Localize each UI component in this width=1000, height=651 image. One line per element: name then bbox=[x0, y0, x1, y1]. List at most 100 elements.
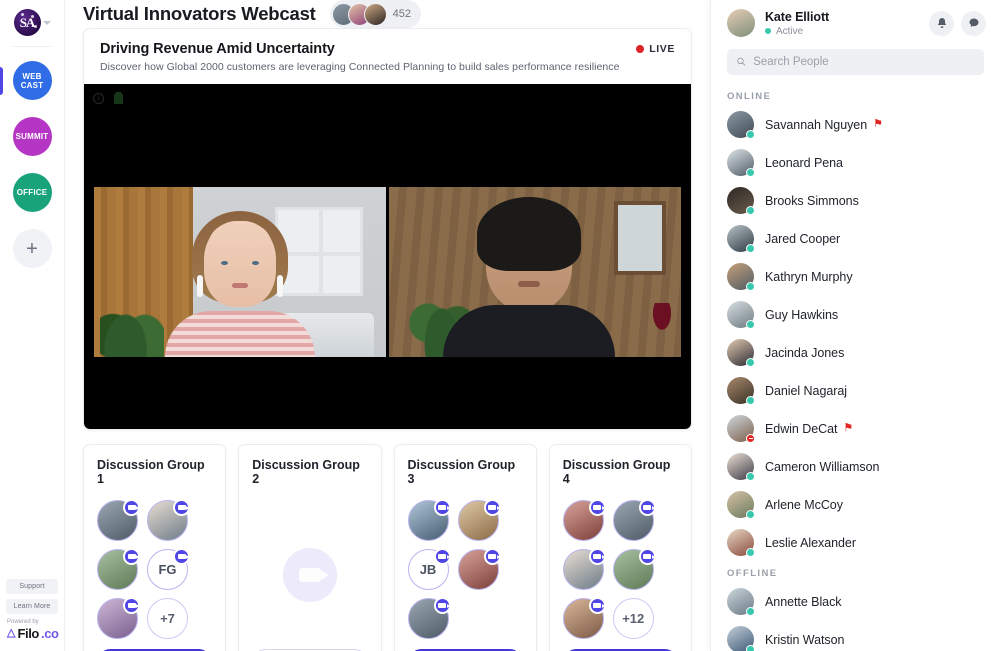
person-name: Jared Cooper bbox=[765, 231, 841, 246]
scene-decor bbox=[613, 200, 667, 276]
chat-bubble-icon bbox=[969, 18, 978, 27]
person-name: Annette Black bbox=[765, 594, 842, 609]
participant-avatar[interactable] bbox=[562, 499, 606, 541]
filo-logo-icon: △ bbox=[7, 627, 16, 639]
participant-avatar[interactable] bbox=[612, 548, 656, 590]
search-people-field[interactable] bbox=[727, 49, 984, 75]
overflow-count-label: +7 bbox=[160, 611, 175, 626]
stage-card: Driving Revenue Amid Uncertainty Discove… bbox=[83, 28, 692, 430]
people-list-item-text: Daniel Nagaraj bbox=[765, 384, 847, 398]
avatar bbox=[727, 339, 755, 368]
people-list-item[interactable]: Jared Cooper bbox=[711, 220, 1000, 258]
participant-avatar[interactable] bbox=[407, 499, 451, 541]
add-workspace-button[interactable]: + bbox=[0, 229, 64, 268]
plus-icon[interactable]: + bbox=[12, 229, 52, 268]
current-user-meta: Kate Elliott Active bbox=[765, 10, 919, 37]
people-list-item[interactable]: Annette Black bbox=[711, 583, 1000, 621]
flag-icon[interactable]: ⚑ bbox=[873, 119, 883, 130]
video-player[interactable] bbox=[84, 84, 691, 429]
session-subtitle: Discover how Global 2000 customers are l… bbox=[100, 61, 620, 73]
participant-avatar[interactable] bbox=[457, 548, 501, 590]
person-name: Savannah Nguyen bbox=[765, 117, 868, 132]
people-list-item[interactable]: Kristin Watson bbox=[711, 621, 1000, 651]
presence-online-icon bbox=[746, 320, 755, 330]
people-list-item-text: Leslie Alexander bbox=[765, 536, 856, 550]
people-list-item[interactable]: Arlene McCoy bbox=[711, 486, 1000, 524]
video-tile-speaker-1[interactable] bbox=[94, 187, 386, 357]
player-overlay-controls[interactable] bbox=[93, 92, 123, 104]
rail-badge-summit[interactable]: SUMMIT bbox=[12, 117, 52, 156]
people-list-item-text: Kristin Watson bbox=[765, 633, 844, 647]
shield-icon[interactable] bbox=[114, 92, 123, 104]
discussion-group-title: Discussion Group 1 bbox=[97, 458, 205, 486]
info-icon[interactable] bbox=[93, 92, 104, 104]
rail-item-office[interactable]: OFFICE bbox=[0, 173, 64, 212]
camera-on-icon bbox=[433, 548, 451, 565]
person-name: Daniel Nagaraj bbox=[765, 383, 847, 398]
discussion-group-card: Discussion Group 1FG+7Join bbox=[83, 444, 227, 651]
scene-decor bbox=[165, 311, 315, 357]
people-list-item[interactable]: Cameron Williamson bbox=[711, 448, 1000, 486]
people-list-item[interactable]: Edwin DeCat ⚑ bbox=[711, 410, 1000, 448]
people-list-item[interactable]: Leslie Alexander bbox=[711, 524, 1000, 562]
participant-avatar[interactable]: JB bbox=[407, 548, 451, 590]
people-list-item[interactable]: Brooks Simmons bbox=[711, 182, 1000, 220]
people-list-item-text: Jacinda Jones bbox=[765, 346, 844, 360]
camera-on-icon bbox=[483, 548, 501, 565]
rail-item-webcast[interactable]: WEB CAST bbox=[0, 61, 64, 100]
person-name: Jacinda Jones bbox=[765, 345, 845, 360]
chat-button[interactable] bbox=[961, 10, 986, 36]
video-camera-placeholder-icon bbox=[282, 547, 337, 602]
participant-avatar[interactable] bbox=[97, 499, 140, 541]
avatar bbox=[363, 2, 387, 26]
rail-item-summit[interactable]: SUMMIT bbox=[0, 117, 64, 156]
avatar bbox=[727, 529, 755, 558]
people-list-item[interactable]: Savannah Nguyen ⚑ bbox=[711, 106, 1000, 144]
workspace-logo[interactable]: SA bbox=[13, 9, 41, 36]
avatar bbox=[727, 187, 755, 216]
participant-avatar[interactable]: +12 bbox=[612, 598, 654, 639]
attendee-count-pill[interactable]: 452 bbox=[329, 0, 421, 28]
workspace-switcher[interactable]: SA bbox=[13, 9, 51, 36]
presence-busy-icon bbox=[746, 434, 755, 444]
people-list-item[interactable]: Jacinda Jones bbox=[711, 334, 1000, 372]
flag-icon[interactable]: ⚑ bbox=[843, 423, 853, 434]
participant-avatar[interactable]: +7 bbox=[147, 598, 188, 639]
person-name: Leslie Alexander bbox=[765, 535, 856, 550]
participant-avatar[interactable] bbox=[147, 499, 190, 541]
presence-online-icon bbox=[746, 130, 755, 140]
avatar-initials: JB bbox=[419, 562, 437, 577]
people-list-item-text: Brooks Simmons bbox=[765, 194, 859, 208]
participant-avatar[interactable] bbox=[562, 597, 606, 639]
participant-avatar[interactable] bbox=[97, 597, 140, 639]
current-user-name: Kate Elliott bbox=[765, 9, 830, 24]
chevron-down-icon[interactable] bbox=[42, 20, 51, 25]
person-name: Kristin Watson bbox=[765, 632, 845, 647]
participant-avatar[interactable] bbox=[97, 548, 140, 590]
people-list-item[interactable]: Daniel Nagaraj bbox=[711, 372, 1000, 410]
people-list-item[interactable]: Leonard Pena bbox=[711, 144, 1000, 182]
participant-avatar[interactable] bbox=[457, 499, 501, 541]
avatar[interactable] bbox=[727, 9, 755, 37]
page-title: Virtual Innovators Webcast bbox=[83, 3, 316, 24]
support-button[interactable]: Support bbox=[6, 579, 58, 594]
presence-online-icon bbox=[746, 244, 755, 254]
people-list-item-text: Guy Hawkins bbox=[765, 308, 838, 322]
people-list-item[interactable]: Guy Hawkins bbox=[711, 296, 1000, 334]
learn-more-button[interactable]: Learn More bbox=[6, 599, 58, 614]
notifications-button[interactable] bbox=[929, 10, 954, 36]
participant-avatar[interactable] bbox=[407, 597, 451, 639]
rail-item-label: SUMMIT bbox=[15, 132, 49, 141]
filo-brand: △ Filo .co bbox=[7, 626, 59, 641]
participant-avatar[interactable] bbox=[612, 499, 656, 541]
rail-badge-office[interactable]: OFFICE bbox=[12, 173, 52, 212]
video-tile-row bbox=[94, 187, 681, 357]
rail-badge-webcast[interactable]: WEB CAST bbox=[12, 61, 52, 100]
people-list-item[interactable]: Kathryn Murphy bbox=[711, 258, 1000, 296]
search-input[interactable] bbox=[753, 55, 975, 68]
video-tile-speaker-2[interactable] bbox=[389, 187, 681, 357]
participant-avatar[interactable]: FG bbox=[147, 548, 190, 590]
person-name: Edwin DeCat bbox=[765, 421, 838, 436]
person-name: Guy Hawkins bbox=[765, 307, 839, 322]
participant-avatar[interactable] bbox=[562, 548, 606, 590]
